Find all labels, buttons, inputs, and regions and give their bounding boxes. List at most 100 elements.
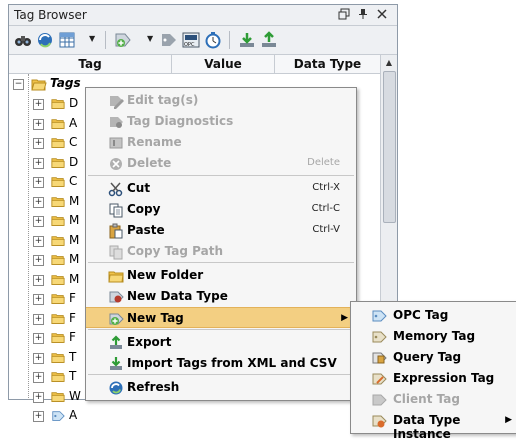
tag-icon[interactable] xyxy=(159,30,179,50)
expand-icon[interactable]: + xyxy=(33,391,44,403)
tree-folder-label: A xyxy=(69,408,78,422)
expand-icon[interactable]: + xyxy=(33,352,44,364)
menu-item-tag-diagnostics[interactable]: Tag Diagnostics xyxy=(86,111,356,132)
expand-icon[interactable]: + xyxy=(33,274,44,286)
scroll-up-icon[interactable]: ▲ xyxy=(381,55,397,71)
expand-icon[interactable]: + xyxy=(33,294,44,305)
folder-icon xyxy=(50,156,66,170)
expand-icon[interactable]: + xyxy=(33,138,44,149)
menu-item-new-tag[interactable]: New Tag ▶ xyxy=(86,307,356,328)
pin-icon[interactable] xyxy=(356,8,370,22)
toolbar-separator xyxy=(105,31,106,49)
submenu-item-label: Memory Tag xyxy=(393,329,476,343)
menu-item-label: Copy Tag Path xyxy=(127,244,223,258)
expand-icon[interactable]: + xyxy=(33,118,44,130)
folder-icon xyxy=(50,97,66,111)
menu-item-shortcut: Ctrl-V xyxy=(312,224,340,235)
tree-folder-row[interactable]: + A xyxy=(9,406,381,426)
tree-folder-label: W xyxy=(69,388,81,403)
menu-item-new-data-type[interactable]: New Data Type xyxy=(86,286,356,307)
menu-item-label: Tag Diagnostics xyxy=(127,114,234,128)
tree-folder-label: T xyxy=(69,349,77,364)
tree-folder-label: T xyxy=(69,369,77,383)
expand-icon[interactable]: + xyxy=(33,216,44,227)
submenu-item-query-tag[interactable]: Query Tag xyxy=(351,347,516,368)
menu-item-import-tags-from-xml-and-csv[interactable]: Import Tags from XML and CSV xyxy=(86,353,356,374)
folder-icon xyxy=(50,351,66,365)
chevron-down-icon[interactable]: ▼ xyxy=(89,34,95,43)
toolbar-separator xyxy=(229,31,230,49)
submenu-item-label: Client Tag xyxy=(393,392,460,406)
import-icon[interactable] xyxy=(237,30,257,50)
binoculars-icon[interactable] xyxy=(13,30,33,50)
column-header-tag[interactable]: Tag xyxy=(9,55,172,73)
menu-item-rename[interactable]: Rename xyxy=(86,132,356,153)
new-tag-icon xyxy=(108,311,124,327)
menu-item-paste[interactable]: Paste Ctrl-V xyxy=(86,220,356,241)
menu-item-copy-tag-path[interactable]: Copy Tag Path xyxy=(86,241,356,262)
grid-table-icon[interactable] xyxy=(57,30,77,50)
export-icon[interactable] xyxy=(259,30,279,50)
menu-item-refresh[interactable]: Refresh xyxy=(86,377,356,398)
submenu-item-data-type-instance[interactable]: Data Type Instance ▶ xyxy=(351,410,516,441)
tree-folder-label: F xyxy=(69,291,76,305)
refresh-globe-icon[interactable] xyxy=(35,30,55,50)
expand-icon[interactable]: + xyxy=(33,177,44,188)
menu-item-cut[interactable]: Cut Ctrl-X xyxy=(86,178,356,199)
submenu-item-memory-tag[interactable]: Memory Tag xyxy=(351,326,516,347)
menu-item-label: Export xyxy=(127,335,172,349)
tag-browser-panel: Tag Browser ▼ ▼ OPC Tag Value Data Type … xyxy=(8,4,516,441)
menu-item-label: Copy xyxy=(127,202,161,216)
collapse-icon[interactable]: − xyxy=(13,79,24,90)
menu-item-label: Paste xyxy=(127,223,165,237)
folder-icon xyxy=(50,117,66,131)
menu-item-label: Refresh xyxy=(127,380,180,394)
submenu-item-client-tag[interactable]: Client Tag xyxy=(351,389,516,410)
menu-separator xyxy=(88,262,354,263)
chevron-down-icon[interactable]: ▼ xyxy=(147,34,153,43)
menu-item-label: New Folder xyxy=(127,268,204,282)
menu-item-delete[interactable]: Delete Delete xyxy=(86,153,356,174)
expand-icon[interactable]: + xyxy=(33,372,44,383)
copy-icon xyxy=(108,202,124,218)
expand-icon[interactable]: + xyxy=(33,99,44,110)
menu-item-new-folder[interactable]: New Folder xyxy=(86,265,356,286)
expand-icon[interactable]: + xyxy=(33,235,44,247)
menu-item-label: Edit tag(s) xyxy=(127,93,199,107)
add-tag-icon[interactable] xyxy=(113,30,133,50)
expand-icon[interactable]: + xyxy=(33,411,44,422)
close-icon[interactable] xyxy=(375,8,389,22)
expand-icon[interactable]: + xyxy=(33,333,44,344)
tree-folder-label: C xyxy=(69,135,78,149)
submenu-item-label: Expression Tag xyxy=(393,371,495,385)
export-icon xyxy=(108,335,124,351)
menu-separator xyxy=(88,175,354,176)
menu-item-edit-tag-s[interactable]: Edit tag(s) xyxy=(86,90,356,111)
tag-icon xyxy=(50,409,66,423)
client-tag-icon xyxy=(371,392,387,408)
menu-item-shortcut: Ctrl-C xyxy=(311,203,340,214)
expand-icon[interactable]: + xyxy=(33,157,44,169)
opc-icon[interactable]: OPC xyxy=(181,30,201,50)
menu-item-export[interactable]: Export xyxy=(86,332,356,353)
submenu-item-expression-tag[interactable]: Expression Tag xyxy=(351,368,516,389)
restore-icon[interactable] xyxy=(337,8,351,22)
folder-icon xyxy=(50,292,66,306)
expand-icon[interactable]: + xyxy=(33,255,44,266)
timer-icon[interactable] xyxy=(203,30,223,50)
folder-icon xyxy=(50,195,66,209)
panel-title: Tag Browser xyxy=(14,8,87,22)
menu-item-copy[interactable]: Copy Ctrl-C xyxy=(86,199,356,220)
menu-item-label: New Tag xyxy=(127,311,184,325)
tree-folder-label: M xyxy=(69,232,80,247)
scroll-thumb[interactable] xyxy=(383,71,396,223)
expand-icon[interactable]: + xyxy=(33,313,44,325)
column-header-value[interactable]: Value xyxy=(172,55,275,73)
menu-item-label: Rename xyxy=(127,135,182,149)
expand-icon[interactable]: + xyxy=(33,196,44,208)
column-header-data-type[interactable]: Data Type xyxy=(275,55,381,73)
submenu-item-opc-tag[interactable]: OPC Tag xyxy=(351,305,516,326)
folder-icon xyxy=(50,273,66,287)
import-icon xyxy=(108,356,124,372)
folder-icon xyxy=(50,312,66,326)
